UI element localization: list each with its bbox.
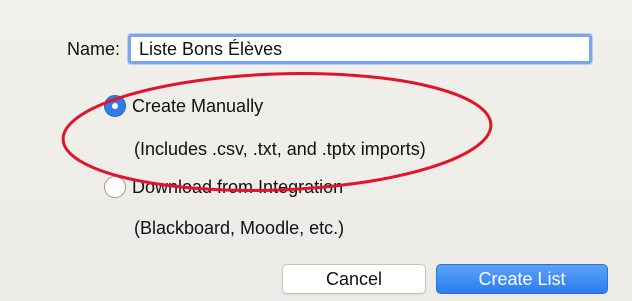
create-manually-hint: (Includes .csv, .txt, and .tptx imports) <box>134 139 426 159</box>
radio-selected-icon[interactable] <box>104 95 126 117</box>
radio-create-manually-label: Create Manually <box>132 95 264 116</box>
cancel-button[interactable]: Cancel <box>282 264 426 294</box>
create-list-button[interactable]: Create List <box>436 264 608 294</box>
radio-unselected-icon[interactable] <box>104 176 126 198</box>
radio-download-integration[interactable]: Download from Integration <box>104 176 343 198</box>
name-row: Name: <box>60 34 592 64</box>
radio-download-integration-label: Download from Integration <box>132 176 344 197</box>
name-label: Name: <box>66 38 120 59</box>
download-integration-hint: (Blackboard, Moodle, etc.) <box>134 218 345 238</box>
name-input[interactable] <box>128 34 592 64</box>
radio-create-manually[interactable]: Create Manually <box>104 95 263 117</box>
create-list-dialog: Name: Create Manually (Includes .csv, .t… <box>0 0 632 301</box>
